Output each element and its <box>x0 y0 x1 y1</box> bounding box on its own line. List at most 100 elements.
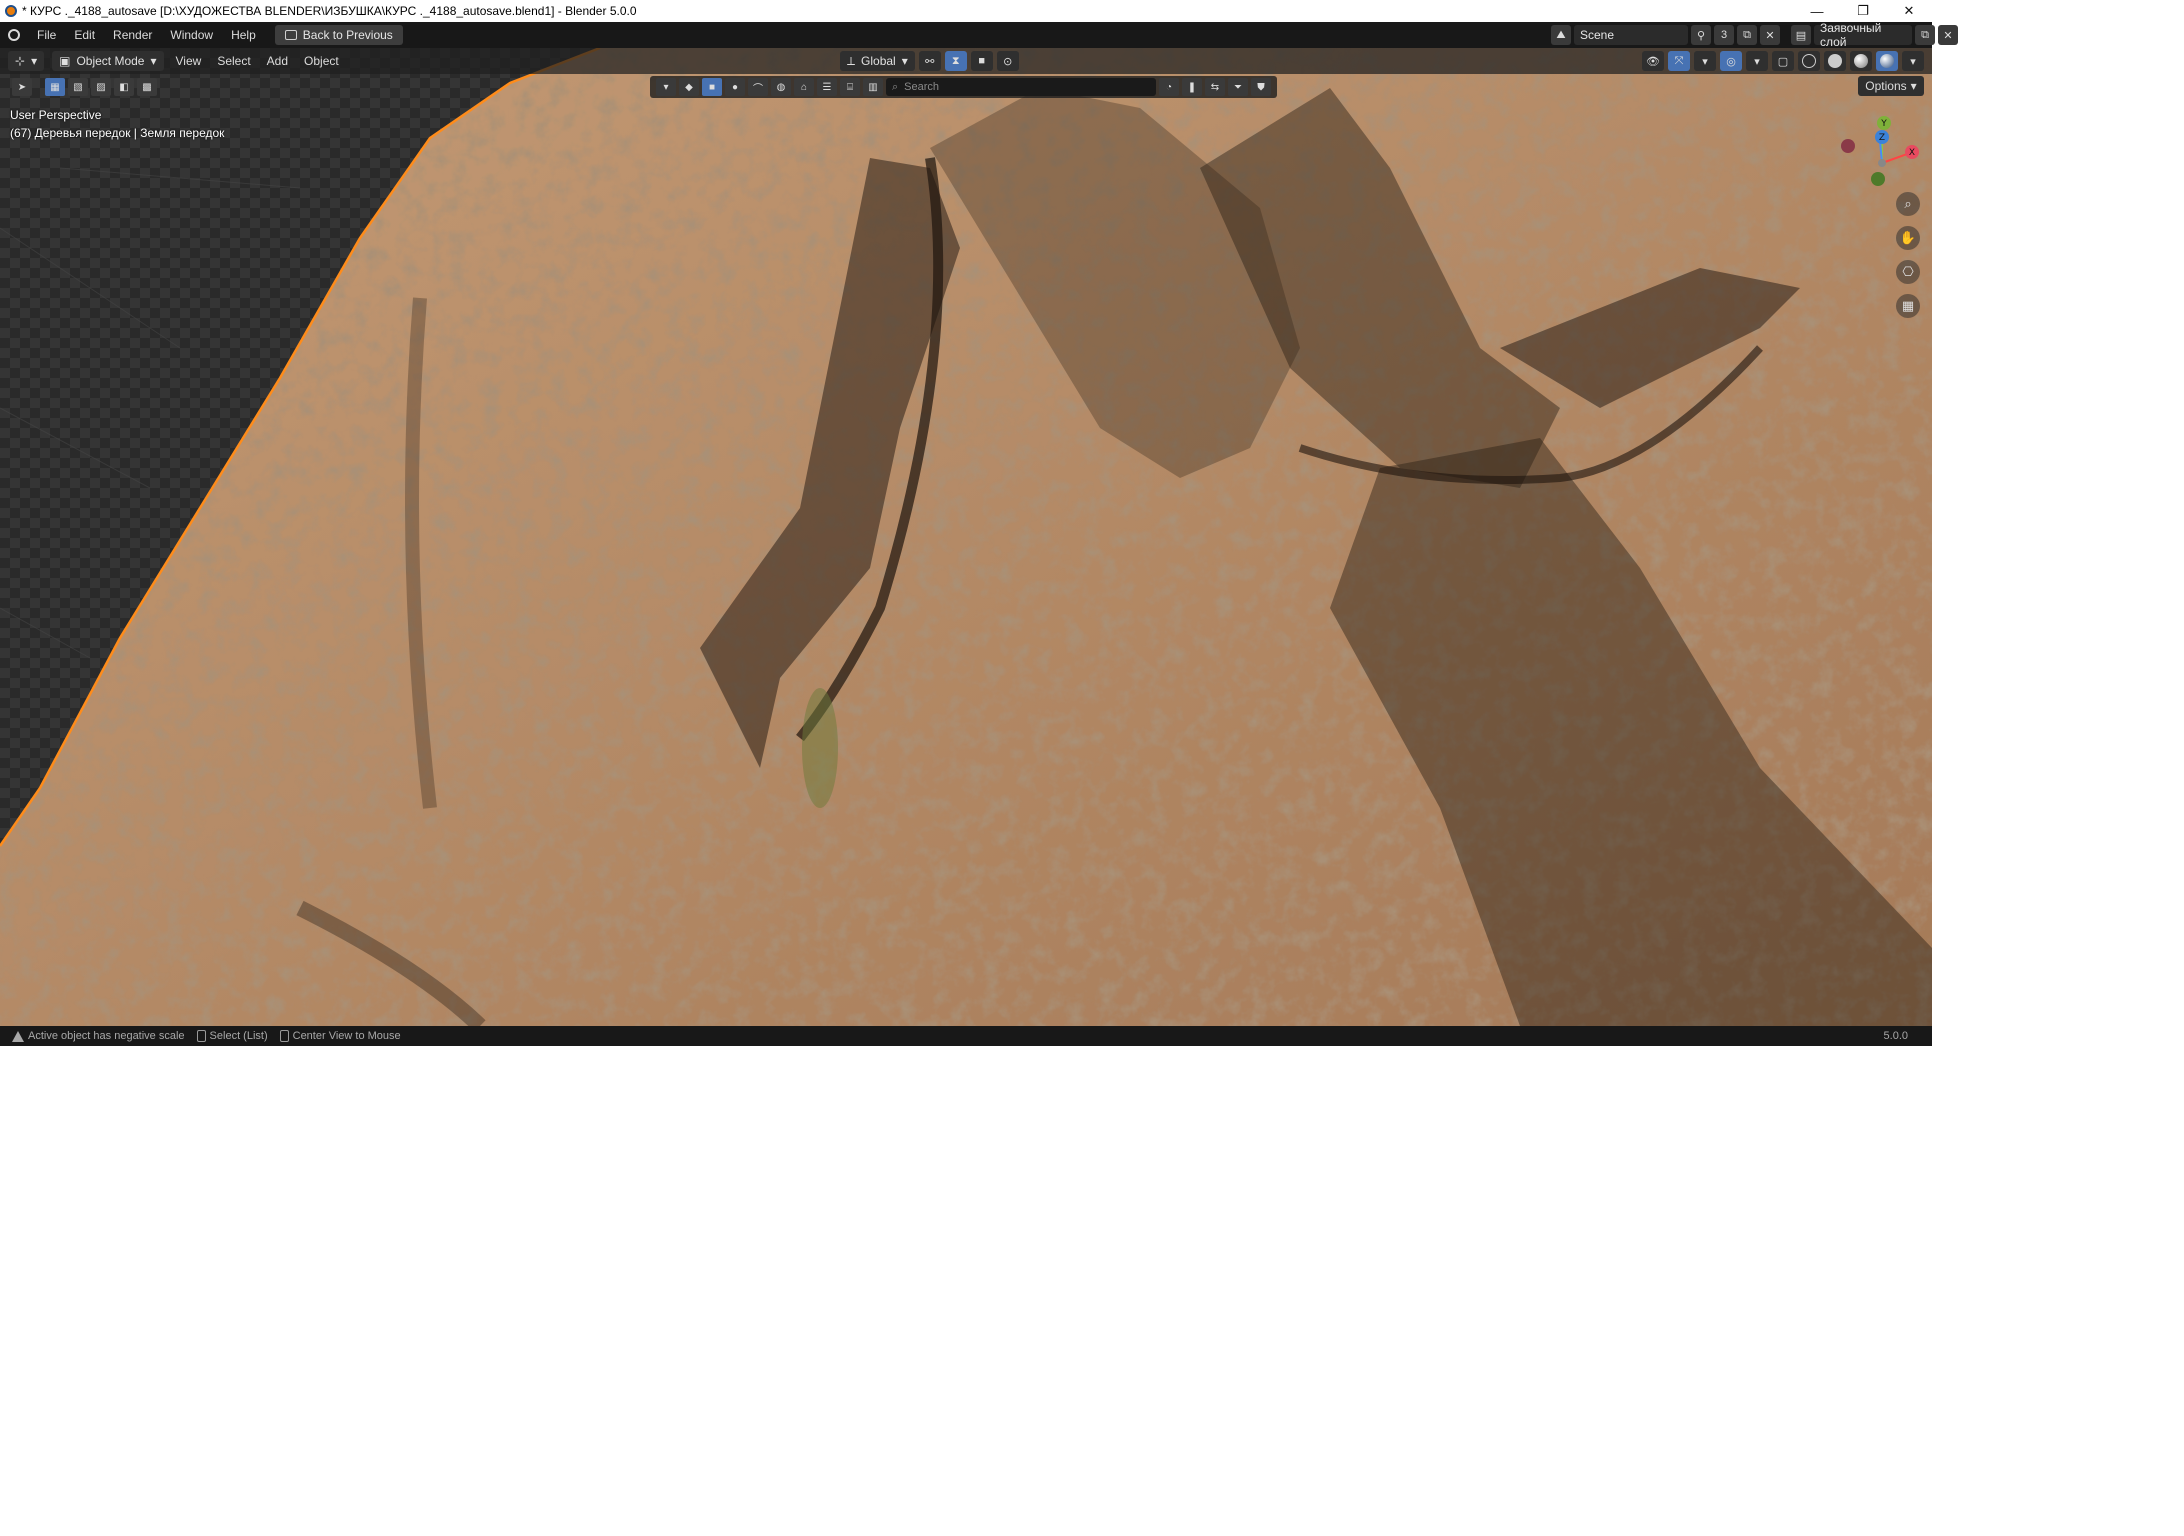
snap-toggle-icon[interactable]: ⧗ <box>944 51 967 71</box>
options-dropdown[interactable]: Options ▾ <box>1858 76 1924 96</box>
gizmo-negative-x-axis[interactable] <box>1841 139 1855 153</box>
menu-render[interactable]: Render <box>104 22 161 48</box>
object-type-empty-icon[interactable]: ⌸ <box>840 78 860 96</box>
proportional-editing-icon[interactable]: ⊙ <box>996 51 1019 71</box>
select-tool-icon[interactable]: ➤ <box>12 78 32 96</box>
hint-center-text: Center View to Mouse <box>292 1030 401 1042</box>
mouse-icon <box>196 1030 206 1042</box>
pin-scene-icon[interactable]: ⚲ <box>1691 25 1711 45</box>
window-controls: — ❐ ✕ <box>1794 0 1932 22</box>
overlays-toggle-icon[interactable]: ◎ <box>1720 51 1742 71</box>
scene-name-field[interactable]: Scene <box>1574 25 1688 45</box>
solid-shading-icon[interactable] <box>1824 51 1846 71</box>
editor-type-icon: ⊹ <box>15 54 26 68</box>
mouse-icon <box>279 1030 289 1042</box>
filter-icon[interactable]: ⏷ <box>1228 78 1248 96</box>
view-name-label: User Perspective <box>10 108 102 122</box>
pan-hand-icon[interactable]: ✋ <box>1896 226 1920 250</box>
search-icon: ⌕ <box>892 80 899 93</box>
object-type-world-icon[interactable]: ◍ <box>771 78 791 96</box>
outliner-filter-bar: ▾ ◆ ■ ● ⌒ ◍ ⌂ ☰ ⌸ ▥ ⌕ Search ◔ ❚ ⇆ ⏷ ⛊ <box>650 76 1277 98</box>
object-type-mesh-icon[interactable]: ◆ <box>679 78 699 96</box>
perspective-grid-icon[interactable]: ▦ <box>1896 294 1920 318</box>
delete-scene-icon[interactable]: ✕ <box>1760 25 1780 45</box>
shield-icon[interactable]: ⛊ <box>1251 78 1271 96</box>
options-label: Options <box>1865 79 1907 93</box>
back-to-previous-label: Back to Previous <box>302 28 393 42</box>
status-warning: Active object has negative scale <box>12 1030 185 1042</box>
version-label: 5.0.0 <box>1883 1030 1908 1042</box>
select-extend-icon[interactable]: ▧ <box>68 78 88 96</box>
select-new-icon[interactable]: ▦ <box>45 78 65 96</box>
new-view-layer-icon[interactable]: ⧉ <box>1915 25 1935 45</box>
material-shading-icon[interactable] <box>1850 51 1872 71</box>
chevron-down-icon: ▾ <box>901 54 908 68</box>
scene-name: Scene <box>1580 28 1615 42</box>
object-type-image-icon[interactable]: ▥ <box>863 78 883 96</box>
scene-browse-icon[interactable]: ⛰ <box>1551 25 1571 45</box>
gizmo-x-label: X <box>1909 148 1915 158</box>
pivot-point-icon[interactable]: ⚯ <box>918 51 941 71</box>
chevron-down-icon: ▾ <box>150 54 157 68</box>
collapse-chevron-icon[interactable]: ▾ <box>656 78 676 96</box>
select-subtract-icon[interactable]: ▨ <box>91 78 111 96</box>
back-to-previous-button[interactable]: Back to Previous <box>274 25 403 45</box>
transform-tools: ⟂ Global ▾ ⚯ ⧗ ■ ⊙ <box>840 51 1019 71</box>
menu-object[interactable]: Object <box>296 54 347 68</box>
search-input[interactable]: ⌕ Search <box>886 78 1156 96</box>
gizmo-negative-y-axis[interactable] <box>1871 172 1885 186</box>
transform-orientation-dropdown[interactable]: ⟂ Global ▾ <box>840 51 915 71</box>
object-type-light-icon[interactable]: ☰ <box>817 78 837 96</box>
overlays-menu-icon[interactable]: ▾ <box>1746 51 1768 71</box>
menu-edit[interactable]: Edit <box>65 22 104 48</box>
orientation-label: Global <box>861 54 896 68</box>
sync-icon[interactable]: ◔ <box>1159 78 1179 96</box>
delete-view-layer-icon[interactable]: ✕ <box>1938 25 1958 45</box>
restrict-columns-icon[interactable]: ⇆ <box>1205 78 1225 96</box>
view-layer-name: Заявочный слой <box>1820 21 1882 49</box>
menu-help[interactable]: Help <box>222 22 265 48</box>
xray-toggle-icon[interactable]: ▢ <box>1772 51 1794 71</box>
view-layer-browse-icon[interactable]: ▤ <box>1791 25 1811 45</box>
zoom-icon[interactable]: ⌕ <box>1896 192 1920 216</box>
shading-menu-icon[interactable]: ▾ <box>1902 51 1924 71</box>
selection-tools: ➤ ▦ ▧ ▨ ◧ ▩ <box>12 78 157 96</box>
blender-logo-icon <box>0 0 22 22</box>
mode-dropdown[interactable]: ▣ Object Mode ▾ <box>52 51 164 71</box>
scene-users-count[interactable]: 3 <box>1714 25 1734 45</box>
chevron-down-icon: ▾ <box>1910 79 1917 93</box>
blender-menu-icon[interactable] <box>0 22 28 48</box>
menu-window[interactable]: Window <box>161 22 222 48</box>
gizmo-menu-icon[interactable]: ▾ <box>1694 51 1716 71</box>
3d-viewport[interactable]: User Perspective (67) Деревья передок | … <box>0 48 1932 1026</box>
snap-target-icon[interactable]: ■ <box>970 51 993 71</box>
object-mode-icon: ▣ <box>59 54 71 68</box>
viewport-header: ⊹ ▾ ▣ Object Mode ▾ View Select Add Obje… <box>0 48 1932 74</box>
status-hint-select: Select (List) <box>196 1030 268 1042</box>
maximize-button[interactable]: ❐ <box>1840 0 1886 22</box>
menu-select[interactable]: Select <box>209 54 258 68</box>
minimize-button[interactable]: — <box>1794 0 1840 22</box>
new-scene-icon[interactable]: ⧉ <box>1737 25 1757 45</box>
bookmark-icon[interactable]: ❚ <box>1182 78 1202 96</box>
menu-view[interactable]: View <box>168 54 210 68</box>
rendered-shading-icon[interactable] <box>1876 51 1898 71</box>
close-button[interactable]: ✕ <box>1886 0 1932 22</box>
wireframe-shading-icon[interactable] <box>1798 51 1820 71</box>
gizmo-toggle-icon[interactable]: ⤧ <box>1668 51 1690 71</box>
object-type-camera-icon[interactable]: ⌂ <box>794 78 814 96</box>
menu-file[interactable]: File <box>28 22 65 48</box>
search-placeholder: Search <box>904 81 940 93</box>
visibility-icon[interactable]: 👁 <box>1642 51 1664 71</box>
camera-view-icon[interactable]: ⎔ <box>1896 260 1920 284</box>
object-type-sphere-icon[interactable]: ● <box>725 78 745 96</box>
select-invert-icon[interactable]: ◧ <box>114 78 134 96</box>
gizmo-y-label: Y <box>1880 119 1887 129</box>
object-type-curve-icon[interactable]: ⌒ <box>748 78 768 96</box>
object-type-cube-icon[interactable]: ■ <box>702 78 722 96</box>
view-layer-field[interactable]: Заявочный слой <box>1814 21 1912 49</box>
menu-add[interactable]: Add <box>259 54 296 68</box>
select-intersect-icon[interactable]: ▩ <box>137 78 157 96</box>
viewport-nav-buttons: ⌕ ✋ ⎔ ▦ <box>1896 192 1920 318</box>
editor-type-dropdown[interactable]: ⊹ ▾ <box>8 51 45 71</box>
